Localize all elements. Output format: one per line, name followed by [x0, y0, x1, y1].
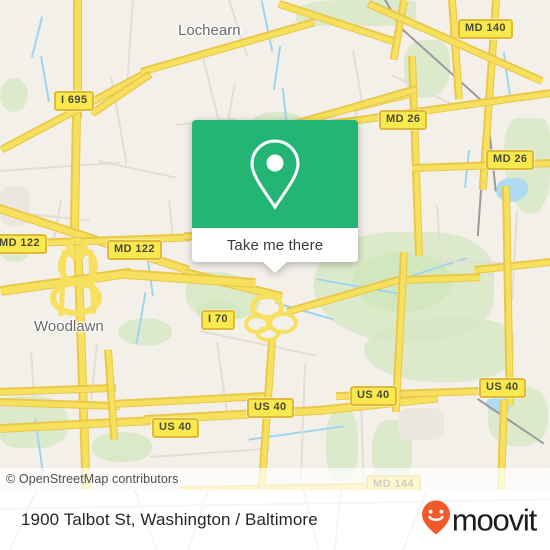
moovit-smiley-pin-icon [421, 500, 451, 541]
shield-md-26-a: MD 26 [379, 110, 428, 130]
park-area [0, 78, 28, 112]
map-canvas[interactable]: MD 140 I 695 MD 26 MD 26 MD 122 MD 122 I… [0, 0, 550, 490]
shield-md-26-b: MD 26 [486, 150, 535, 170]
shield-i-695: I 695 [54, 91, 95, 111]
take-me-there-label: Take me there [226, 236, 324, 254]
shield-md-122-b: MD 122 [107, 240, 162, 260]
map-screenshot: MD 140 I 695 MD 26 MD 26 MD 122 MD 122 I… [0, 0, 550, 550]
shield-us-40-b: US 40 [479, 378, 526, 398]
shield-us-40-a: US 40 [350, 386, 397, 406]
location-pin-icon [247, 137, 303, 211]
shield-i-70: I 70 [201, 310, 235, 330]
take-me-there-button[interactable]: Take me there [192, 228, 358, 262]
shield-md-140: MD 140 [458, 19, 513, 39]
park-area [364, 318, 514, 382]
shield-us-40-d: US 40 [152, 418, 199, 438]
interchange-loop [66, 238, 88, 260]
place-label-woodlawn: Woodlawn [34, 318, 104, 335]
park-area [118, 318, 172, 346]
park-area [92, 432, 152, 462]
residential-area [398, 408, 444, 440]
attribution-text: © OpenStreetMap contributors [6, 472, 179, 486]
callout-pointer [263, 262, 287, 273]
location-callout-card[interactable]: Take me there [192, 120, 358, 273]
moovit-wordmark: moovit [451, 502, 537, 537]
address-label: 1900 Talbot St, Washington / Baltimore [21, 510, 318, 529]
moovit-logo[interactable]: moovit [421, 500, 537, 541]
map-attribution[interactable]: © OpenStreetMap contributors [0, 468, 550, 490]
footer-bar: 1900 Talbot St, Washington / Baltimore m… [0, 490, 550, 550]
place-label-lochearn: Lochearn [178, 22, 241, 39]
shield-md-122-a: MD 122 [0, 234, 47, 254]
callout-pin-panel [192, 120, 358, 228]
shield-us-40-c: US 40 [247, 398, 294, 418]
